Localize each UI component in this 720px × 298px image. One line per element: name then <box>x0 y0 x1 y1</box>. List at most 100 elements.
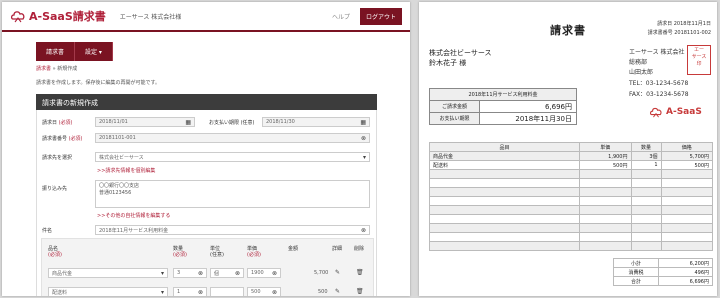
qty-cell: 1 <box>630 160 662 170</box>
issue-date-value: 2018/11/01 <box>99 119 128 125</box>
line-item-name-input[interactable]: 配送料 ▾ <box>48 287 168 296</box>
required-mark: (必須) <box>58 120 73 126</box>
clear-icon[interactable]: ⊗ <box>272 270 277 277</box>
qty-header: 数量 (必須) <box>173 246 187 258</box>
seal-line-2: サース <box>691 54 707 60</box>
issuer-tel: TEL：03-1234-5678 <box>629 80 689 87</box>
clear-icon[interactable]: ⊗ <box>272 289 277 296</box>
invoice-number: 請求書番号 20181101-002 <box>648 29 711 36</box>
calendar-icon[interactable]: ▦ <box>360 119 366 126</box>
line-unit: 個 <box>214 271 220 277</box>
issue-date-label: 請求日 (必須) <box>42 119 73 126</box>
logout-button[interactable]: ログアウト <box>359 7 402 25</box>
table-row: 配送料 500円 1 500円 <box>429 160 713 170</box>
summary-title: 2018年11月サービス利用料金 <box>429 88 577 101</box>
line-qty: 1 <box>177 289 181 295</box>
clear-icon[interactable]: ⊗ <box>361 135 366 142</box>
line-price-input[interactable]: 1900 ⊗ <box>247 268 281 278</box>
required-mark: (必須) <box>68 136 83 142</box>
other-info-edit-link[interactable]: >>その他の自社情報を編集する <box>97 212 170 219</box>
empty-row <box>429 187 713 197</box>
breadcrumb-current: 新規作成 <box>57 66 78 72</box>
edit-icon[interactable]: ✎ <box>335 288 340 295</box>
number-label: 請求書番号 (必須) <box>42 135 83 142</box>
client-label: 請求先を選択 <box>42 155 73 161</box>
due-date-label-text: お支払い期限 <box>209 120 240 126</box>
empty-row <box>429 196 713 206</box>
due-date-input[interactable]: 2018/11/30 ▦ <box>262 117 370 127</box>
breadcrumb-invoices[interactable]: 請求書 <box>36 66 51 72</box>
subtotal-label: 小計 <box>612 258 660 268</box>
clear-icon[interactable]: ⊗ <box>198 289 203 296</box>
item-header-required: (必須) <box>48 252 62 258</box>
client-edit-link[interactable]: >>請求先情報を個別編集 <box>97 167 155 174</box>
clear-icon[interactable]: ⊗ <box>198 270 203 277</box>
unit-header-optional: (任意) <box>210 252 224 258</box>
trash-icon[interactable]: 🗑 <box>356 269 364 276</box>
amount-header: 金額 <box>288 246 299 252</box>
edit-icon[interactable]: ✎ <box>335 269 340 276</box>
items-header-item: 品目 <box>429 142 580 152</box>
chevron-down-icon: ▾ <box>160 270 164 277</box>
trash-icon[interactable]: 🗑 <box>356 288 364 295</box>
section-title: 請求書の新規作成 <box>36 94 377 110</box>
empty-row <box>429 205 713 215</box>
help-link[interactable]: ヘルプ <box>332 12 350 21</box>
price-cell: 500円 <box>579 160 632 170</box>
price-header-required: (必須) <box>247 252 261 258</box>
line-unit-input[interactable] <box>210 287 244 296</box>
line-unit-input[interactable]: 個 ⊗ <box>210 268 244 278</box>
bank-textarea[interactable]: 〇〇銀行〇〇支店 普通0123456 <box>95 180 370 208</box>
subject-input[interactable]: 2018年11月サービス利用料金 ⊗ <box>95 225 370 235</box>
clear-icon[interactable]: ⊗ <box>361 227 366 234</box>
bank-line-1: 〇〇銀行〇〇支店 <box>99 183 140 189</box>
invoice-app-window: A-SaaS請求書 エーサース 株式会社様 ヘルプ ログアウト 請求書 設定 ▾… <box>2 2 410 296</box>
line-amount: 5,700 <box>314 270 329 276</box>
line-price: 500 <box>251 289 261 295</box>
line-price-input[interactable]: 500 ⊗ <box>247 287 281 296</box>
empty-row <box>429 169 713 179</box>
table-row: 商品代金 1,900円 3個 5,700円 <box>429 151 713 161</box>
number-label-text: 請求書番号 <box>42 136 68 142</box>
empty-row <box>429 232 713 242</box>
line-qty-input[interactable]: 3 ⊗ <box>173 268 207 278</box>
invoice-items-table: 品目 単価 数量 価格 商品代金 1,900円 3個 5,700円 配送料 50… <box>429 142 713 251</box>
bank-line-2: 普通0123456 <box>99 190 132 196</box>
empty-row <box>429 223 713 233</box>
cloud-logo-icon <box>649 107 662 118</box>
issuer-company: エーサース 株式会社 <box>629 49 685 56</box>
unit-header: 単位 (任意) <box>210 246 224 258</box>
invoice-preview: 請求書 請求日 2018年11月1日 請求書番号 20181101-002 株式… <box>419 2 717 296</box>
app-logo[interactable]: A-SaaS請求書 <box>10 8 106 24</box>
invoice-number-input[interactable]: 20181101-001 ⊗ <box>95 133 370 143</box>
line-item-name-input[interactable]: 商品代金 ▾ <box>48 268 168 278</box>
client-contact: 鈴木花子 様 <box>429 59 467 67</box>
item-header: 品名 (必須) <box>48 246 62 258</box>
subject-value: 2018年11月サービス利用料金 <box>99 228 169 234</box>
total-cell: 5,700円 <box>660 151 713 161</box>
tax-value: 496円 <box>658 267 713 277</box>
company-name: エーサース 株式会社様 <box>119 13 182 21</box>
due-value: 2018年11月30日 <box>479 112 577 125</box>
nav-invoices[interactable]: 請求書 <box>36 42 76 61</box>
main-nav: 請求書 設定 ▾ <box>36 42 113 61</box>
amount-value: 6,696円 <box>479 100 577 113</box>
invoice-totals-table: 小計 6,200円 消費税 496円 合計 6,696円 <box>612 258 713 286</box>
clear-icon[interactable]: ⊗ <box>235 270 240 277</box>
breadcrumb: 請求書 » 新規作成 <box>36 65 77 72</box>
line-item-name: 配送料 <box>52 290 68 296</box>
amount-label: ご請求金額 <box>429 100 480 113</box>
line-items: 品名 (必須) 数量 (必須) 単位 (任意) 単価 (必須) 金額 詳細 削除 商品代… <box>41 238 374 296</box>
issue-date-input[interactable]: 2018/11/01 ▦ <box>95 117 195 127</box>
due-date-value: 2018/11/30 <box>266 119 295 125</box>
client-select[interactable]: 株式会社ビーサース ▾ <box>95 152 370 162</box>
calendar-icon[interactable]: ▦ <box>185 119 191 126</box>
price-header: 単価 (必須) <box>247 246 261 258</box>
items-header-qty: 数量 <box>630 142 662 152</box>
invoice-number-label: 請求書番号 <box>647 30 673 36</box>
line-qty-input[interactable]: 1 ⊗ <box>173 287 207 296</box>
subtotal-value: 6,200円 <box>658 258 713 268</box>
invoice-date-value: 2018年11月1日 <box>673 21 711 27</box>
nav-settings[interactable]: 設定 ▾ <box>75 42 113 61</box>
issuer-department: 総務部 <box>629 59 648 66</box>
